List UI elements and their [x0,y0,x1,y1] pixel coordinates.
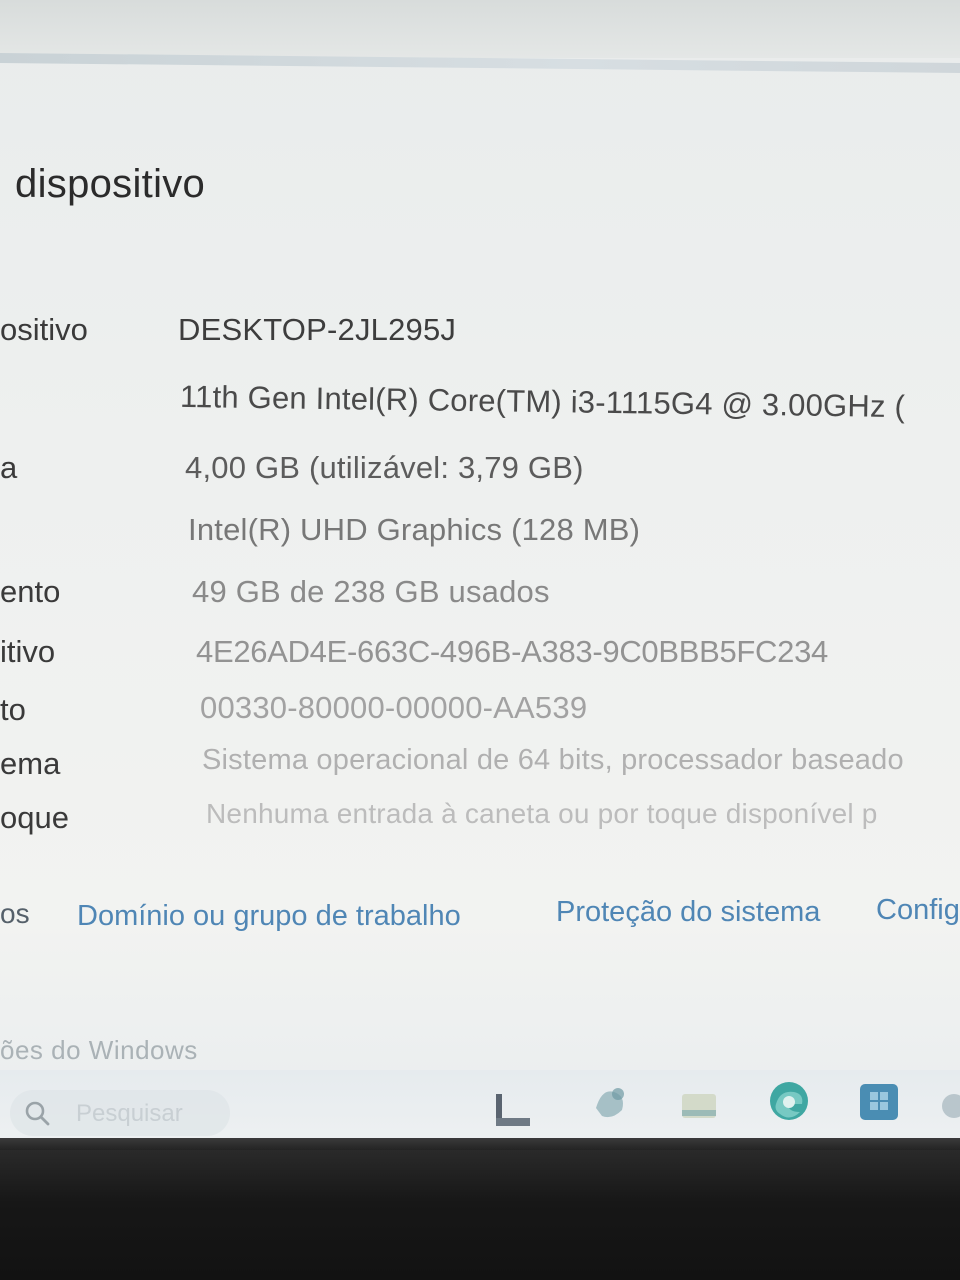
spec-value-processor[interactable]: 11th Gen Intel(R) Core(TM) i3-1115G4 @ 3… [180,379,905,425]
monitor-bezel [0,1150,960,1280]
search-placeholder: Pesquisar [76,1100,183,1127]
store-icon[interactable] [856,1078,902,1124]
spec-label: a [0,450,18,485]
spec-label: itivo [0,634,56,669]
spec-value-device-id[interactable]: 4E26AD4E-663C-496B-A383-9C0BBB5FC234 [196,634,828,670]
spec-row-device-id: itivo 4E26AD4E-663C-496B-A383-9C0BBB5FC2… [0,630,960,680]
file-explorer-icon[interactable] [490,1088,536,1134]
related-links-label: os [0,898,30,929]
widgets-icon[interactable] [588,1080,634,1126]
spec-label: ositivo [0,312,88,347]
page-title: · dispositivo [0,162,205,207]
activation-watermark: ões do Windows [0,1035,198,1065]
edge-icon[interactable] [766,1078,812,1124]
window-title-strip [0,0,960,58]
spec-value-storage[interactable]: 49 GB de 238 GB usados [192,574,550,610]
spec-label: ento [0,574,61,609]
system-protection-link[interactable]: Proteção do sistema [556,896,820,929]
related-links-row: os Domínio ou grupo de trabalho Proteção… [0,892,960,942]
title-clipped-char: · [0,162,4,206]
spec-value-ram[interactable]: 4,00 GB (utilizável: 3,79 GB) [185,450,584,486]
spec-value-product-id[interactable]: 00330-80000-00000-AA539 [200,690,587,726]
spec-row-system-type: ema Sistema operacional de 64 bits, proc… [0,742,960,792]
spec-label: to [0,692,26,727]
spec-row-storage: ento 49 GB de 238 GB usados [0,570,960,620]
folder-icon[interactable] [676,1082,722,1128]
spec-value-graphics[interactable]: Intel(R) UHD Graphics (128 MB) [188,512,640,548]
page-title-text: dispositivo [15,162,206,206]
advanced-settings-link[interactable]: Config [876,894,960,927]
spec-value-system-type[interactable]: Sistema operacional de 64 bits, processa… [202,744,904,777]
spec-row-device-name: ositivo DESKTOP-2JL295J [0,308,960,358]
spec-value-pen-touch[interactable]: Nenhuma entrada à caneta ou por toque di… [206,798,878,830]
domain-workgroup-link[interactable]: Domínio ou grupo de trabalho [77,900,461,933]
spec-row-ram: a 4,00 GB (utilizável: 3,79 GB) [0,446,960,496]
taskbar-search[interactable]: Pesquisar [10,1090,230,1136]
spec-row-graphics: Intel(R) UHD Graphics (128 MB) [0,508,960,558]
overflow-icon[interactable] [940,1084,960,1130]
spec-row-pen-touch: oque Nenhuma entrada à caneta ou por toq… [0,796,960,846]
spec-row-product-id: to 00330-80000-00000-AA539 [0,688,960,738]
screen: · dispositivo ositivo DESKTOP-2JL295J 11… [0,0,960,1150]
search-icon [25,1101,50,1126]
spec-label: oque [0,800,69,835]
spec-value-device-name[interactable]: DESKTOP-2JL295J [178,312,456,348]
spec-row-processor: 11th Gen Intel(R) Core(TM) i3-1115G4 @ 3… [0,379,960,430]
spec-label: ema [0,746,61,781]
